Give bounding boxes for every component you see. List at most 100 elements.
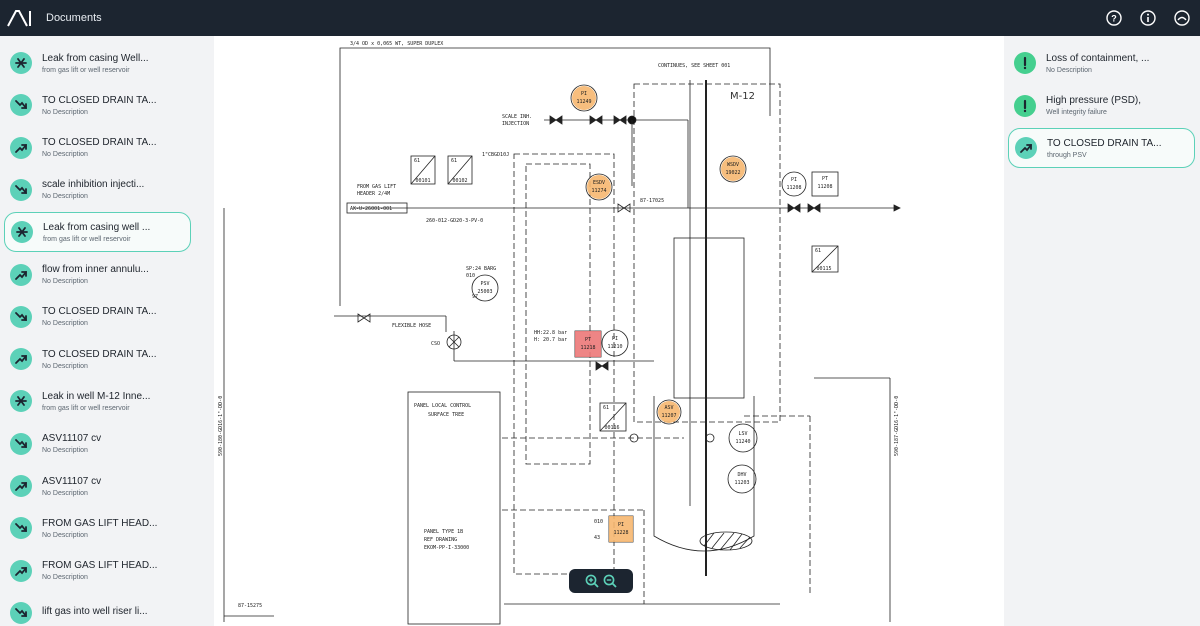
item-texts: ASV11107 cv No Description <box>42 476 101 497</box>
item-subtitle: No Description <box>42 151 88 159</box>
right-list-item[interactable]: High pressure (PSD), Well integrity failu… <box>1008 86 1195 126</box>
left-list-item[interactable]: TO CLOSED DRAIN TA... No Description <box>4 128 191 168</box>
profile-icon[interactable] <box>1172 8 1192 28</box>
cbgd-label: 1"CBGD10J <box>482 152 509 158</box>
zoom-out-button[interactable] <box>603 574 617 588</box>
box-tag-type: 61 <box>451 158 457 164</box>
box-tag-type: 61 <box>414 158 420 164</box>
left-list-item[interactable]: Leak in well M-12 Inne... from gas lift o… <box>4 381 191 421</box>
left-list-item[interactable]: Leak from casing Well... from gas lift or… <box>4 43 191 83</box>
left-list-item[interactable]: Leak from casing well ... from gas lift o… <box>4 212 191 253</box>
scale-inj-label-2: INJECTION <box>502 121 529 127</box>
right-list-item[interactable]: TO CLOSED DRAIN TA... through PSV <box>1008 128 1195 168</box>
trend-down-icon <box>10 178 32 201</box>
instrument-type: DHV <box>737 472 746 478</box>
gas-lift-label-1: FROM GAS LIFT <box>357 184 396 190</box>
zoom-controls <box>569 569 633 593</box>
left-list-item[interactable]: flow from inner annulu... No Description <box>4 255 191 295</box>
trend-up-icon <box>10 348 32 371</box>
left-list-item[interactable]: ASV11107 cv No Description <box>4 424 191 464</box>
item-title: Loss of containment, ... <box>1046 52 1150 64</box>
left-list-item[interactable]: lift gas into well riser li... <box>4 593 191 626</box>
alert-icon <box>1014 94 1036 117</box>
diagram-top-label: 3/4 OD x 0,065 WT, SUPER DUPLEX <box>350 41 443 47</box>
item-title: TO CLOSED DRAIN TA... <box>42 348 157 360</box>
item-subtitle: No Description <box>42 108 88 116</box>
instrument-type: PI <box>581 91 587 97</box>
well-bore <box>673 237 745 399</box>
line-tag: AK-U-26001-001 <box>350 206 392 212</box>
instrument-number: 11228 <box>613 530 628 536</box>
help-icon[interactable]: ? <box>1104 8 1124 28</box>
flexible-hose-label: FLEXIBLE HOSE <box>392 323 431 329</box>
item-texts: scale inhibition injecti... No Descriptio… <box>42 179 144 200</box>
left-list-item[interactable]: FROM GAS LIFT HEAD... No Description <box>4 508 191 548</box>
alert-icon <box>1014 52 1036 74</box>
item-subtitle: No Description <box>42 447 88 455</box>
left-list-item[interactable]: scale inhibition injecti... No Descriptio… <box>4 170 191 210</box>
panel-type-label: PANEL TYPE 1B <box>424 529 463 535</box>
right-sidebar[interactable]: Loss of containment, ... No Description Hi… <box>1004 36 1200 626</box>
item-texts: TO CLOSED DRAIN TA... through PSV <box>1047 138 1161 159</box>
item-texts: TO CLOSED DRAIN TA... No Description <box>42 349 156 370</box>
item-title: FROM GAS LIFT HEAD... <box>42 560 158 572</box>
instrument-type: LSV <box>738 431 747 437</box>
diagram-canvas[interactable]: 3/4 OD x 0,065 WT, SUPER DUPLEX CONTINUE… <box>214 36 1004 626</box>
left-list-item[interactable]: ASV11107 cv No Description <box>4 466 191 506</box>
sp-label: SP:24 BARG <box>466 266 496 272</box>
item-subtitle: No Description <box>42 362 88 370</box>
left-list-item[interactable]: TO CLOSED DRAIN TA... No Description <box>4 85 191 125</box>
instrument-type: PI <box>791 177 797 183</box>
instrument-type: WSDV <box>727 162 739 168</box>
instrument-type: PSV <box>480 281 489 287</box>
item-texts: TO CLOSED DRAIN TA... No Description <box>42 306 156 327</box>
instrument-type: ASV <box>664 405 673 411</box>
highlight-wsdv-19022[interactable] <box>721 157 745 181</box>
ekom-label: EKOM-PP-I-33000 <box>424 545 469 551</box>
highlight-pi-11228[interactable] <box>609 516 633 542</box>
item-subtitle: No Description <box>42 320 88 328</box>
trend-down-icon <box>10 305 32 328</box>
instrument-type: PI <box>618 522 624 528</box>
pipe-tag: 260-012-GD20-3-PV-0 <box>426 218 483 224</box>
left-sidebar[interactable]: Leak from casing Well... from gas lift or… <box>0 36 214 626</box>
panel-label-1: PANEL LOCAL CONTROL <box>414 403 471 409</box>
instrument-number: 11208 <box>786 185 801 191</box>
item-title: ASV11107 cv <box>42 433 102 445</box>
leak-icon <box>10 52 32 74</box>
item-subtitle: through PSV <box>1047 151 1087 159</box>
item-title: lift gas into well riser li... <box>42 605 148 617</box>
right-list-item[interactable]: Loss of containment, ... No Description <box>1008 43 1195 83</box>
app-logo[interactable] <box>0 0 38 36</box>
well-label: M-12 <box>730 91 755 102</box>
leak-icon <box>10 390 32 413</box>
box-tag-number: 00115 <box>816 266 831 272</box>
box-tag-number: 00116 <box>604 425 619 431</box>
hh-label: HH:22.8 bar <box>534 330 567 336</box>
instrument-number: 11240 <box>735 439 750 445</box>
item-title: FROM GAS LIFT HEAD... <box>42 517 158 529</box>
item-texts: lift gas into well riser li... <box>42 606 148 620</box>
instrument-type: ESDV <box>593 180 605 186</box>
item-subtitle: No Description <box>42 531 88 539</box>
highlight-pi-11249[interactable] <box>572 86 596 110</box>
item-texts: flow from inner annulu... No Description <box>42 264 149 285</box>
left-list-item[interactable]: TO CLOSED DRAIN TA... No Description <box>4 297 191 337</box>
trend-down-icon <box>10 517 32 540</box>
left-list-item[interactable]: TO CLOSED DRAIN TA... No Description <box>4 339 191 379</box>
highlight-pt-11218[interactable] <box>575 331 601 357</box>
zoom-out-icon <box>603 574 617 588</box>
highlight-esdv-11274[interactable] <box>587 175 611 199</box>
instrument-labels: PI 11249 ESDV 11274 WSDV 19022 PI 11208 PT 11208 P… <box>414 91 833 536</box>
item-texts: TO CLOSED DRAIN TA... No Description <box>42 95 156 116</box>
instrument-number: 11203 <box>734 480 749 486</box>
instrument-number: 11210 <box>607 344 622 350</box>
h-label: H: 20.7 bar <box>534 337 567 343</box>
box-tag-number: 00102 <box>452 178 467 184</box>
zoom-in-button[interactable] <box>585 574 599 588</box>
left-list-item[interactable]: FROM GAS LIFT HEAD... No Description <box>4 551 191 591</box>
item-title: Leak from casing well ... <box>43 221 151 233</box>
trend-up-icon <box>10 475 32 497</box>
continues-label: CONTINUES, SEE SHEET 001 <box>658 63 730 69</box>
info-icon[interactable] <box>1138 8 1158 28</box>
